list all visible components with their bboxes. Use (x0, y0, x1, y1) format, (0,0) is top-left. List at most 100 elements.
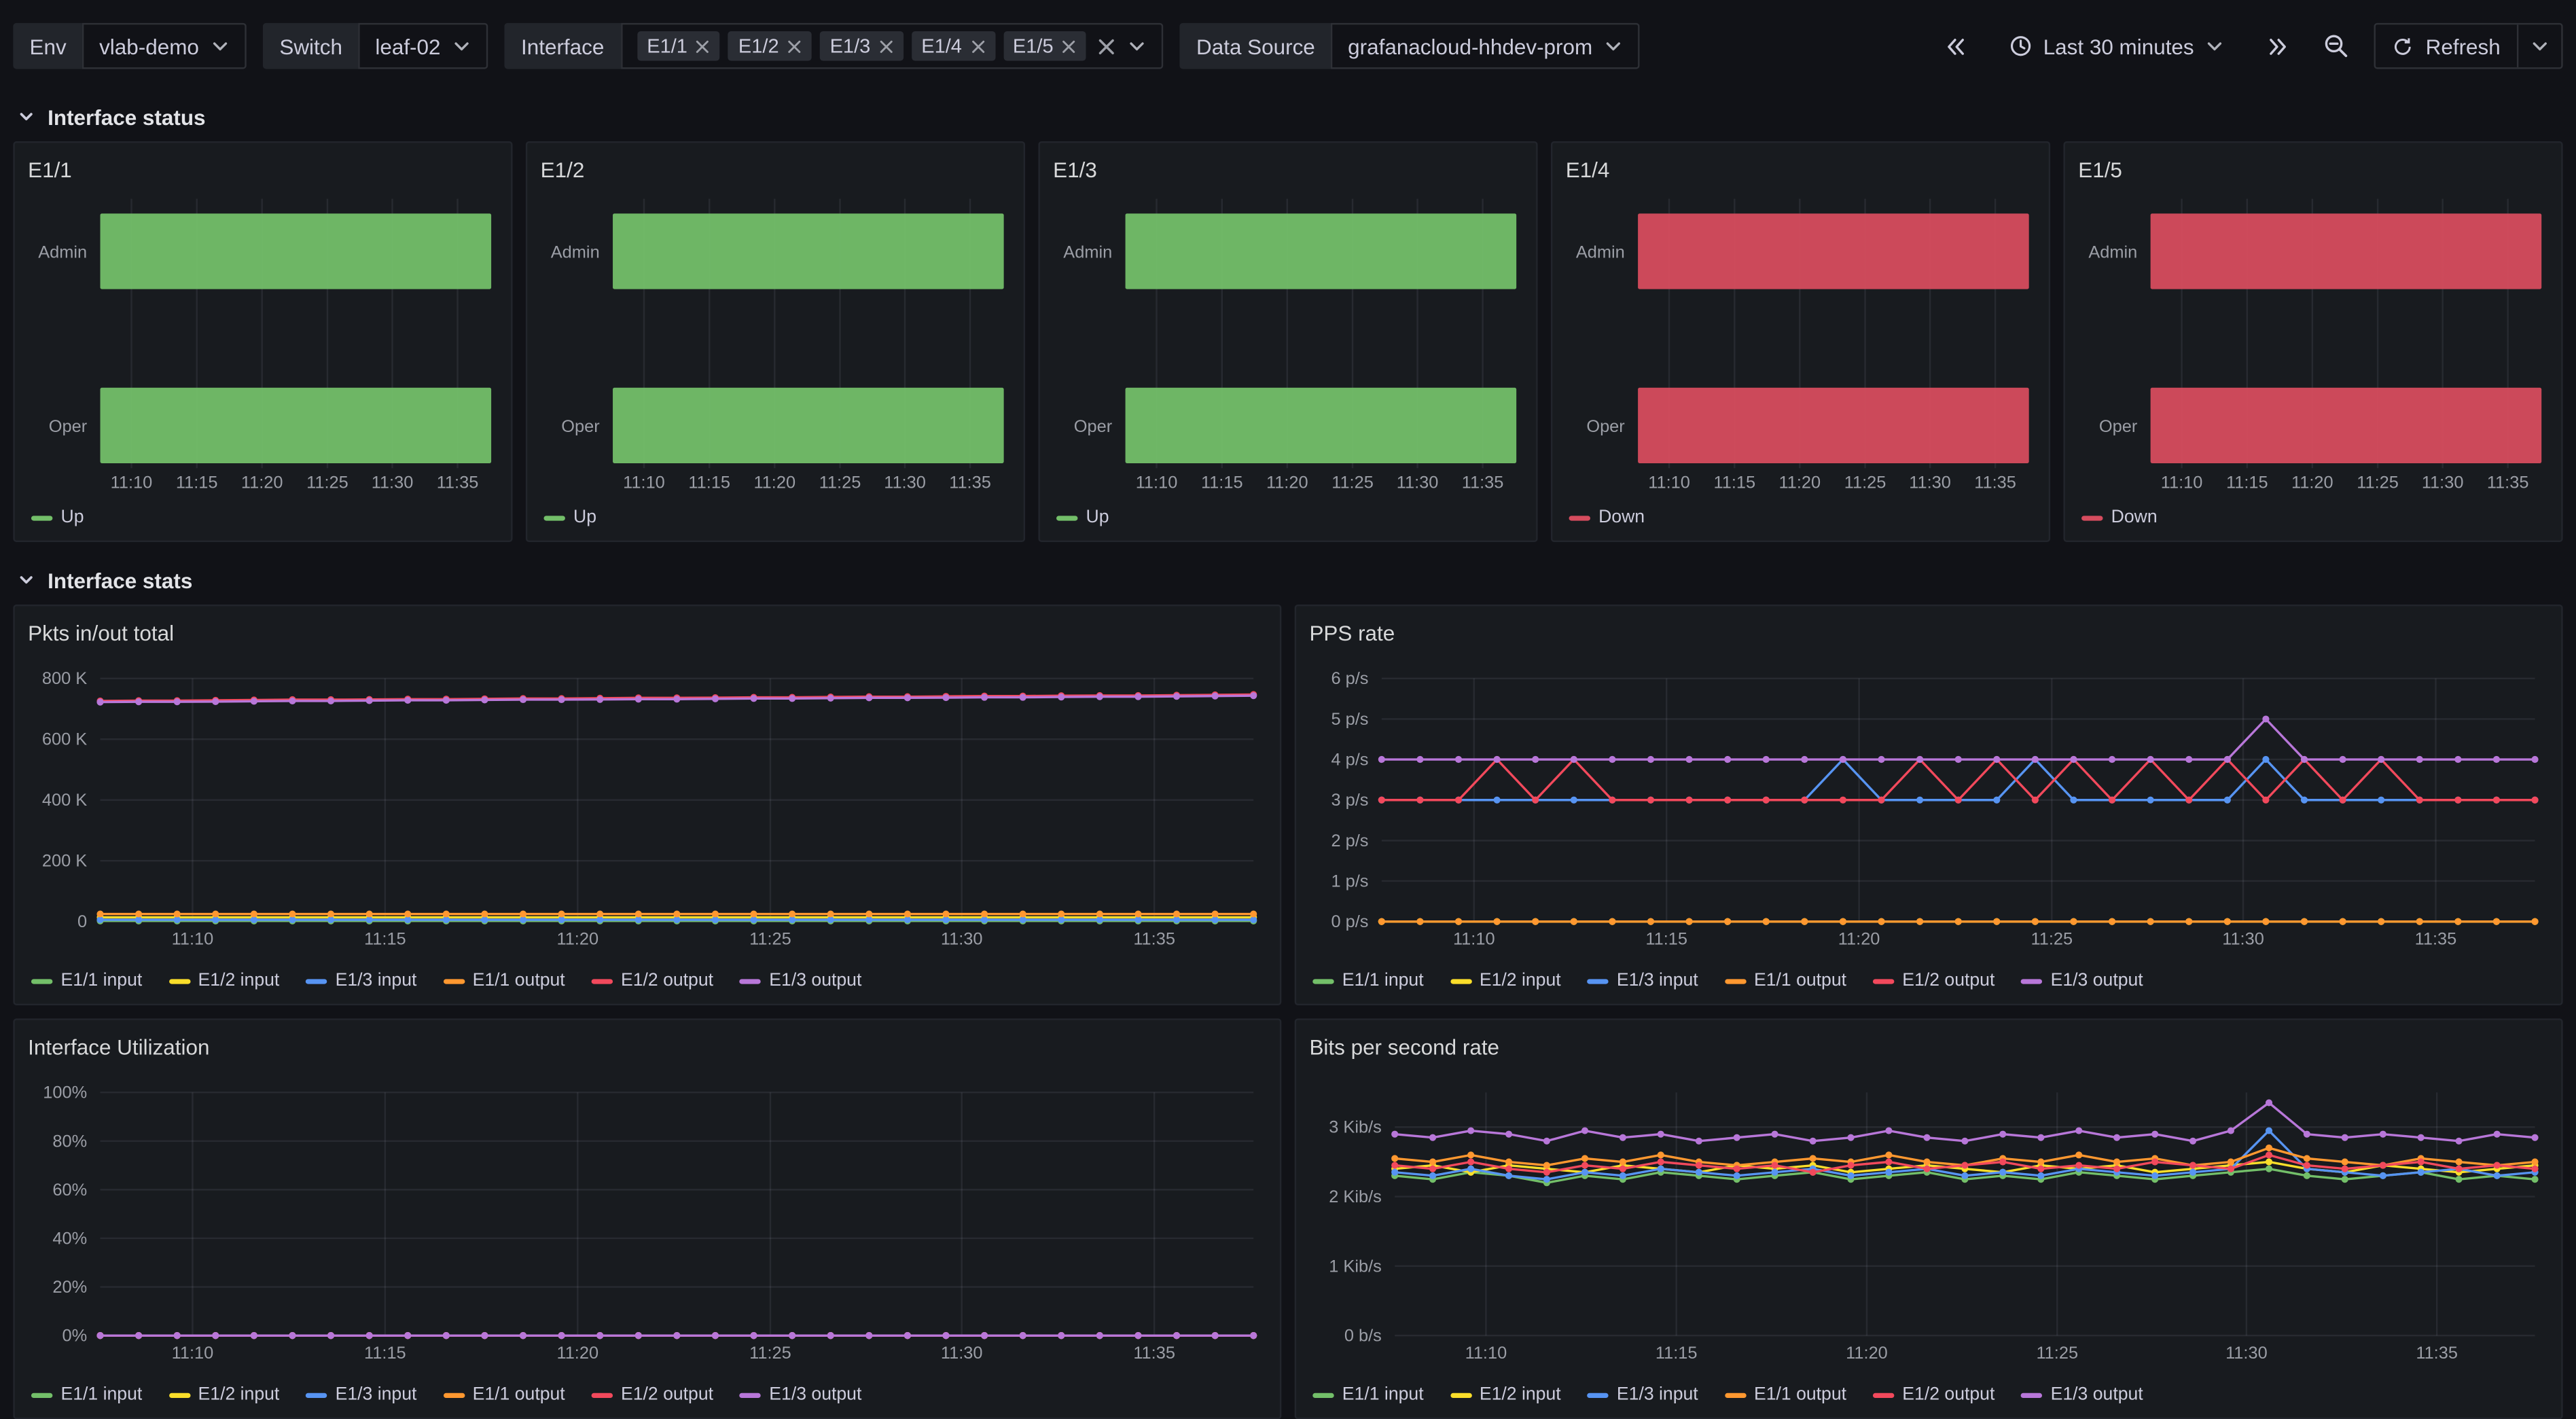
chip-remove-icon[interactable] (787, 39, 802, 54)
panel-title[interactable]: PPS rate (1309, 619, 2547, 649)
legend-item[interactable]: Up (31, 507, 84, 527)
legend-item[interactable]: E1/2 input (1450, 971, 1560, 990)
panel-title[interactable]: E1/5 (2078, 156, 2548, 186)
chip-remove-icon[interactable] (696, 39, 711, 54)
chip-remove-icon[interactable] (1062, 39, 1077, 54)
legend-item[interactable]: E1/1 input (1312, 1385, 1423, 1405)
legend-item[interactable]: Up (1056, 507, 1109, 527)
interface-multiselect[interactable]: E1/1E1/2 E1/3 E1/4 E1/5 (621, 23, 1164, 69)
legend-item[interactable]: E1/1 output (443, 971, 565, 990)
legend-color-mark (306, 978, 327, 983)
zoom-out-button[interactable] (2316, 23, 2359, 69)
state-timeline-chart[interactable]: 11:1011:1511:2011:2511:3011:35AdminOper (1566, 189, 2036, 491)
svg-text:11:20: 11:20 (1266, 473, 1308, 491)
legend-item[interactable]: Down (2081, 507, 2158, 527)
datasource-select[interactable]: grafanacloud-hhdev-prom (1331, 23, 1640, 69)
svg-text:Admin: Admin (1576, 243, 1625, 262)
section-collapse-chevron-icon (16, 107, 36, 126)
svg-text:11:35: 11:35 (1133, 1344, 1175, 1363)
legend-item[interactable]: E1/3 input (306, 971, 416, 990)
legend-item[interactable]: Up (543, 507, 596, 527)
panel-legend: Up (28, 504, 498, 527)
state-timeline-chart[interactable]: 11:1011:1511:2011:2511:3011:35AdminOper (1053, 189, 1523, 491)
time-controls: Last 30 minutes Refresh (1935, 23, 2563, 69)
panel-title[interactable]: E1/1 (28, 156, 498, 186)
panel-title[interactable]: E1/3 (1053, 156, 1523, 186)
panel-title[interactable]: E1/2 (541, 156, 1011, 186)
chip-remove-icon[interactable] (970, 39, 985, 54)
time-shift-forward-button[interactable] (2257, 23, 2300, 69)
section-interface-stats[interactable]: Interface stats (0, 555, 2576, 605)
clear-all-icon[interactable] (1098, 37, 1116, 55)
legend-item[interactable]: E1/2 output (591, 971, 713, 990)
state-timeline-chart[interactable]: 11:1011:1511:2011:2511:3011:35AdminOper (28, 189, 498, 491)
line-chart-canvas[interactable]: 800 K600 K400 K200 K011:1011:1511:2011:2… (28, 652, 1266, 961)
legend-item[interactable]: E1/1 input (31, 971, 142, 990)
line-chart-canvas[interactable]: 3 Kib/s2 Kib/s1 Kib/s0 b/s11:1011:1511:2… (1309, 1066, 2547, 1376)
legend-item[interactable]: E1/2 input (168, 971, 279, 990)
panel-title[interactable]: Interface Utilization (28, 1033, 1266, 1063)
env-select[interactable]: vlab-demo (83, 23, 247, 69)
legend-item[interactable]: E1/1 input (31, 1385, 142, 1405)
panel-legend: E1/1 input E1/2 input E1/3 input E1/1 outpu… (28, 967, 1266, 990)
svg-text:Oper: Oper (1074, 417, 1113, 436)
panel-title[interactable]: Bits per second rate (1309, 1033, 2547, 1063)
legend-label: E1/1 input (60, 971, 142, 990)
interface-chip[interactable]: E1/2 (728, 31, 812, 61)
legend-label: E1/2 input (198, 1385, 280, 1405)
time-shift-back-button[interactable] (1935, 23, 1978, 69)
legend-item[interactable]: E1/3 input (306, 1385, 416, 1405)
refresh-interval-dropdown[interactable] (2517, 24, 2561, 67)
legend-item[interactable]: E1/1 output (1724, 1385, 1846, 1405)
legend-label: E1/1 output (473, 971, 565, 990)
legend-color-mark (1450, 1393, 1471, 1397)
panel-title[interactable]: E1/4 (1566, 156, 2036, 186)
interface-chip[interactable]: E1/4 (912, 31, 995, 61)
line-chart-canvas[interactable]: 100%80%60%40%20%0%11:1011:1511:2011:2511… (28, 1066, 1266, 1376)
legend-label: E1/1 output (473, 1385, 565, 1405)
legend-label: E1/3 output (769, 971, 861, 990)
legend-item[interactable]: E1/1 input (1312, 971, 1423, 990)
legend-item[interactable]: E1/3 output (740, 1385, 862, 1405)
legend-item[interactable]: E1/3 output (740, 971, 862, 990)
legend-color-mark (31, 1393, 52, 1397)
legend-color-mark (1873, 978, 1894, 983)
legend-label: E1/1 output (1754, 1385, 1846, 1405)
refresh-button[interactable]: Refresh (2376, 24, 2517, 67)
datasource-value: grafanacloud-hhdev-prom (1348, 34, 1592, 58)
panel-legend: E1/1 input E1/2 input E1/3 input E1/1 outpu… (1309, 1382, 2547, 1405)
double-chevron-right-icon (2266, 34, 2290, 58)
state-timeline-chart[interactable]: 11:1011:1511:2011:2511:3011:35AdminOper (541, 189, 1011, 491)
section-interface-status[interactable]: Interface status (0, 92, 2576, 141)
svg-text:11:25: 11:25 (2357, 473, 2399, 491)
legend-item[interactable]: E1/3 output (2021, 971, 2143, 990)
svg-text:11:30: 11:30 (1397, 473, 1439, 491)
interface-chip[interactable]: E1/5 (1003, 31, 1086, 61)
svg-text:11:30: 11:30 (941, 930, 983, 949)
legend-item[interactable]: E1/1 output (443, 1385, 565, 1405)
legend-item[interactable]: E1/1 output (1724, 971, 1846, 990)
svg-text:11:10: 11:10 (1465, 1344, 1507, 1363)
state-timeline-chart[interactable]: 11:1011:1511:2011:2511:3011:35AdminOper (2078, 189, 2548, 491)
legend-item[interactable]: E1/3 output (2021, 1385, 2143, 1405)
line-chart-canvas[interactable]: 6 p/s5 p/s4 p/s3 p/s2 p/s1 p/s0 p/s11:10… (1309, 652, 2547, 961)
legend-item[interactable]: E1/2 output (591, 1385, 713, 1405)
legend-item[interactable]: E1/2 output (1873, 1385, 1995, 1405)
interface-chip[interactable]: E1/1 (637, 31, 721, 61)
svg-text:11:25: 11:25 (749, 1344, 791, 1363)
legend-item[interactable]: E1/2 input (1450, 1385, 1560, 1405)
legend-item[interactable]: Down (1569, 507, 1645, 527)
legend-item[interactable]: E1/2 output (1873, 971, 1995, 990)
chip-remove-icon[interactable] (878, 39, 893, 54)
interface-variable-picker: Interface E1/1E1/2E1/3E1/4E1/5 (505, 23, 1164, 69)
section-title: Interface stats (48, 568, 192, 592)
env-value: vlab-demo (99, 34, 199, 58)
time-range-picker[interactable]: Last 30 minutes (1994, 23, 2240, 69)
legend-item[interactable]: E1/3 input (1587, 971, 1698, 990)
legend-item[interactable]: E1/2 input (168, 1385, 279, 1405)
interface-chip[interactable]: E1/3 (820, 31, 904, 61)
interface-chip-list: E1/1E1/2 E1/3 E1/4 E1/5 (637, 31, 1086, 61)
switch-select[interactable]: leaf-02 (359, 23, 488, 69)
legend-item[interactable]: E1/3 input (1587, 1385, 1698, 1405)
panel-title[interactable]: Pkts in/out total (28, 619, 1266, 649)
